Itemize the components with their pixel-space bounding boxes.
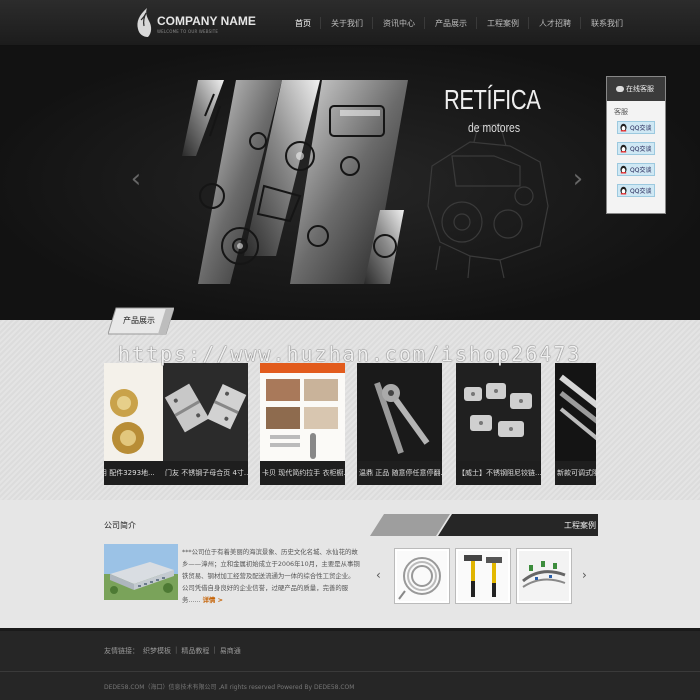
slider-next-button[interactable]: › xyxy=(568,164,588,194)
nav-item-about[interactable]: 关于我们 xyxy=(321,14,372,34)
leaf-logo-icon xyxy=(137,8,152,37)
product-caption: 门友 不锈钢子母合页 4寸... xyxy=(163,461,248,485)
qq-penguin-icon xyxy=(620,123,627,132)
hero-subtitle: de motores xyxy=(468,120,521,135)
chevron-right-icon: › xyxy=(582,568,587,582)
engine-collage-image xyxy=(182,80,549,284)
case-thumbnail[interactable] xyxy=(394,548,450,604)
friend-links: 友情链接： 织梦模板 | 精品教程 | 易商通 xyxy=(104,646,245,656)
chat-bubble-icon xyxy=(616,86,624,92)
online-service-header: 在线客服 xyxy=(607,77,665,101)
nav-item-products[interactable]: 产品展示 xyxy=(425,14,476,34)
product-card[interactable]: 【威士】不锈钢阻尼铰链... xyxy=(456,363,541,485)
friend-link[interactable]: 精品教程 xyxy=(177,646,213,656)
logo-tagline: WELCOME TO OUR WEBSITE xyxy=(157,29,219,34)
case-thumbnail[interactable] xyxy=(455,548,511,604)
cases-prev-button[interactable]: ‹ xyxy=(376,568,381,582)
product-caption: 【威士】不锈钢阻尼铰链... xyxy=(456,461,541,485)
qq-penguin-icon xyxy=(620,165,627,174)
qq-chat-label: QQ交谈 xyxy=(630,146,652,153)
site-header: COMPANY NAME WELCOME TO OUR WEBSITE 首页 关… xyxy=(0,0,700,46)
cases-next-button[interactable]: › xyxy=(582,568,587,582)
product-image xyxy=(357,363,442,461)
cases-section-title: 工程案例 xyxy=(564,521,596,530)
chevron-left-icon: ‹ xyxy=(130,164,142,194)
product-image xyxy=(456,363,541,461)
qq-chat-label: QQ交谈 xyxy=(630,188,652,195)
product-caption: 新款可调式阻... xyxy=(555,461,596,485)
nav-item-cases[interactable]: 工程案例 xyxy=(477,14,528,34)
about-cases-section: 公司简介 ***公司位于有着美丽的海滨景象、历史文化名城、水仙花的故乡——漳州；… xyxy=(0,500,700,628)
product-card[interactable]: 卡贝 现代简约拉手 衣柜橱... xyxy=(260,363,345,485)
product-card[interactable]: 温鼎 正品 随意停任意停翻... xyxy=(357,363,442,485)
copyright-text: DEDE58.COM（海口）信息技术有限公司 ,All rights reser… xyxy=(104,684,355,691)
nav-item-home[interactable]: 首页 xyxy=(285,14,320,34)
qq-penguin-icon xyxy=(620,186,627,195)
product-card[interactable]: 门友 不锈钢子母合页 4寸... xyxy=(163,363,248,485)
products-section: 产品展示 用 配件3293地... 门友 不锈钢子母合页 4寸... 卡贝 现代… xyxy=(0,307,700,500)
logo[interactable]: COMPANY NAME WELCOME TO OUR WEBSITE xyxy=(135,8,256,40)
case-image xyxy=(397,551,447,601)
products-section-tab: 产品展示 xyxy=(108,306,174,336)
about-summary: ***公司位于有着美丽的海滨景象、历史文化名城、水仙花的故乡——漳州；立和金属初… xyxy=(182,546,360,606)
friend-link[interactable]: 织梦模板 xyxy=(139,646,175,656)
case-thumbnail[interactable] xyxy=(516,548,572,604)
product-caption: 卡贝 现代简约拉手 衣柜橱... xyxy=(260,461,345,485)
online-service-panel: 在线客服 客服 QQ交谈 QQ交谈 QQ交谈 QQ交谈 xyxy=(606,76,666,214)
qq-chat-label: QQ交谈 xyxy=(630,125,652,132)
product-image xyxy=(555,363,596,461)
company-building-image[interactable] xyxy=(104,544,178,600)
nav-item-contact[interactable]: 联系我们 xyxy=(581,14,632,34)
main-nav: 首页 关于我们 资讯中心 产品展示 工程案例 人才招聘 联系我们 xyxy=(285,14,632,34)
product-caption: 温鼎 正品 随意停任意停翻... xyxy=(357,461,442,485)
logo-name: COMPANY NAME xyxy=(157,14,256,28)
hero-title: RETÍFICA xyxy=(444,84,541,115)
case-image xyxy=(458,551,508,601)
qq-chat-button[interactable]: QQ交谈 xyxy=(617,142,655,155)
nav-item-news[interactable]: 资讯中心 xyxy=(373,14,424,34)
watermark-url: https://www.huzhan.com/ishop26473 xyxy=(118,342,582,366)
online-service-title: 在线客服 xyxy=(626,85,654,93)
chevron-left-icon: ‹ xyxy=(376,568,381,582)
case-image xyxy=(519,551,569,601)
products-section-title: 产品展示 xyxy=(123,316,155,325)
chevron-right-icon: › xyxy=(572,164,584,194)
about-more-link[interactable]: 详情 > xyxy=(203,596,223,604)
friend-links-label: 友情链接： xyxy=(104,647,139,655)
qq-chat-button[interactable]: QQ交谈 xyxy=(617,121,655,134)
slider-prev-button[interactable]: ‹ xyxy=(126,164,146,194)
site-footer: 友情链接： 织梦模板 | 精品教程 | 易商通 DEDE58.COM（海口）信息… xyxy=(0,628,700,700)
about-section-title: 公司简介 xyxy=(104,521,136,530)
qq-chat-button[interactable]: QQ交谈 xyxy=(617,163,655,176)
product-image xyxy=(260,363,345,461)
product-image xyxy=(163,363,248,461)
product-carousel: 用 配件3293地... 门友 不锈钢子母合页 4寸... 卡贝 现代简约拉手 … xyxy=(104,363,596,485)
product-card[interactable]: 新款可调式阻... xyxy=(555,363,596,485)
hero-banner: ‹ › RETÍFICA de motores xyxy=(0,46,700,320)
nav-item-jobs[interactable]: 人才招聘 xyxy=(529,14,580,34)
footer-divider xyxy=(0,671,700,672)
friend-link[interactable]: 易商通 xyxy=(216,646,245,656)
qq-chat-button[interactable]: QQ交谈 xyxy=(617,184,655,197)
qq-penguin-icon xyxy=(620,144,627,153)
qq-chat-label: QQ交谈 xyxy=(630,167,652,174)
service-label: 客服 xyxy=(614,108,628,116)
